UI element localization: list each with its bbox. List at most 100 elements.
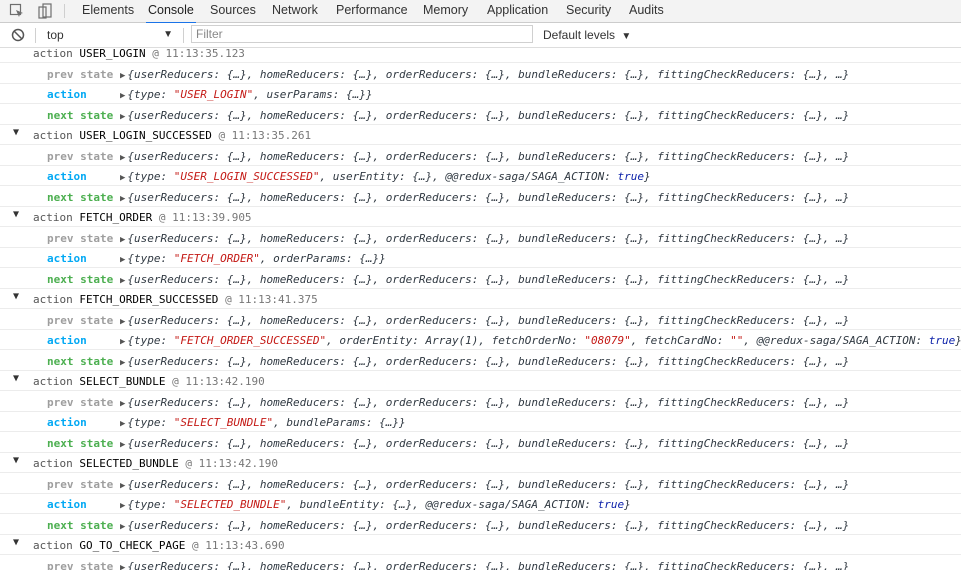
context-value: top bbox=[47, 28, 64, 42]
object-text: } bbox=[624, 498, 631, 511]
next-state-label: next state bbox=[47, 272, 114, 286]
expand-object-icon[interactable]: ▶ bbox=[120, 358, 125, 368]
state-object[interactable]: ▶ {userReducers: {…}, homeReducers: {…}, … bbox=[120, 519, 849, 532]
action-object[interactable]: ▶ {type: "SELECTED_BUNDLE", bundleEntity:… bbox=[120, 498, 631, 511]
expand-object-icon[interactable]: ▶ bbox=[120, 522, 125, 532]
state-summary: {userReducers: {…}, homeReducers: {…}, o… bbox=[127, 477, 850, 491]
state-object[interactable]: ▶ {userReducers: {…}, homeReducers: {…}, … bbox=[120, 478, 849, 491]
expand-object-icon[interactable]: ▶ bbox=[120, 71, 125, 81]
log-group-header[interactable]: ▼ action SELECT_BUNDLE @ 11:13:42.190 bbox=[0, 370, 961, 391]
action-label: action bbox=[47, 498, 87, 511]
action-object[interactable]: ▶ {type: "SELECT_BUNDLE", bundleParams: {… bbox=[120, 416, 406, 429]
action-object[interactable]: ▶ {type: "USER_LOGIN_SUCCESSED", userEnti… bbox=[120, 170, 651, 183]
expand-object-icon[interactable]: ▶ bbox=[120, 419, 125, 429]
state-summary: {userReducers: {…}, homeReducers: {…}, o… bbox=[127, 559, 850, 570]
tab-memory[interactable]: Memory bbox=[421, 0, 470, 22]
action-label: action bbox=[47, 416, 87, 429]
timestamp: @ 11:13:41.375 bbox=[225, 293, 318, 306]
action-object[interactable]: ▶ {type: "USER_LOGIN", userParams: {…}} bbox=[120, 88, 372, 101]
boolean-value: true bbox=[928, 334, 956, 347]
next-state-label: next state bbox=[47, 518, 114, 532]
expand-object-icon[interactable]: ▶ bbox=[120, 112, 125, 122]
expand-triangle-icon[interactable]: ▼ bbox=[13, 127, 19, 138]
expand-triangle-icon[interactable]: ▼ bbox=[13, 537, 19, 548]
string-value: "FETCH_ORDER" bbox=[173, 252, 260, 265]
group-label: action FETCH_ORDER_SUCCESSED @ 11:13:41.… bbox=[33, 293, 318, 306]
state-object[interactable]: ▶ {userReducers: {…}, homeReducers: {…}, … bbox=[120, 396, 849, 409]
dropdown-arrow-icon: ▼ bbox=[163, 29, 173, 40]
expand-object-icon[interactable]: ▶ bbox=[120, 337, 125, 347]
expand-object-icon[interactable]: ▶ bbox=[120, 501, 125, 511]
expand-object-icon[interactable]: ▶ bbox=[120, 173, 125, 183]
action-row: action ▶ {type: "FETCH_ORDER_SUCCESSED", o… bbox=[0, 329, 961, 350]
action-object[interactable]: ▶ {type: "FETCH_ORDER_SUCCESSED", orderEn… bbox=[120, 334, 961, 347]
expand-triangle-icon[interactable]: ▼ bbox=[13, 373, 19, 384]
next-state-row: next state ▶ {userReducers: {…}, homeReduc… bbox=[0, 350, 961, 371]
context-selector[interactable]: top ▼ bbox=[47, 26, 175, 44]
timestamp: @ 11:13:42.190 bbox=[185, 457, 279, 470]
expand-object-icon[interactable]: ▶ bbox=[120, 194, 125, 204]
device-toolbar-icon[interactable] bbox=[36, 2, 54, 20]
state-object[interactable]: ▶ {userReducers: {…}, homeReducers: {…}, … bbox=[120, 437, 849, 450]
log-group-header[interactable]: ▼ action GO_TO_CHECK_PAGE @ 11:13:43.690 bbox=[0, 534, 961, 555]
group-label: action SELECTED_BUNDLE @ 11:13:42.190 bbox=[33, 457, 278, 470]
string-value: "USER_LOGIN" bbox=[173, 88, 254, 101]
state-summary: {userReducers: {…}, homeReducers: {…}, o… bbox=[127, 108, 850, 122]
expand-object-icon[interactable]: ▶ bbox=[120, 440, 125, 450]
expand-triangle-icon[interactable]: ▼ bbox=[13, 209, 19, 220]
state-object[interactable]: ▶ {userReducers: {…}, homeReducers: {…}, … bbox=[120, 68, 849, 81]
group-label: action USER_LOGIN @ 11:13:35.123 bbox=[33, 48, 245, 60]
object-text: {type: bbox=[127, 88, 174, 101]
tab-application[interactable]: Application bbox=[485, 0, 550, 22]
action-object[interactable]: ▶ {type: "FETCH_ORDER", orderParams: {…}} bbox=[120, 252, 386, 265]
expand-triangle-icon[interactable]: ▼ bbox=[13, 291, 19, 302]
expand-object-icon[interactable]: ▶ bbox=[120, 255, 125, 265]
prev-state-row: prev state ▶ {userReducers: {…}, homeReduc… bbox=[0, 63, 961, 84]
tab-performance[interactable]: Performance bbox=[334, 0, 410, 22]
tab-audits[interactable]: Audits bbox=[627, 0, 666, 22]
state-object[interactable]: ▶ {userReducers: {…}, homeReducers: {…}, … bbox=[120, 232, 849, 245]
action-label: action bbox=[47, 170, 87, 183]
tab-sources[interactable]: Sources bbox=[208, 0, 258, 22]
expand-triangle-icon[interactable]: ▼ bbox=[13, 455, 19, 466]
log-group-header[interactable]: ▼action USER_LOGIN @ 11:13:35.123 bbox=[0, 48, 961, 63]
filter-input[interactable] bbox=[191, 25, 533, 43]
prev-state-label: prev state bbox=[47, 149, 114, 163]
tab-elements[interactable]: Elements bbox=[80, 0, 136, 22]
expand-object-icon[interactable]: ▶ bbox=[120, 153, 125, 163]
state-object[interactable]: ▶ {userReducers: {…}, homeReducers: {…}, … bbox=[120, 109, 849, 122]
prev-state-row: prev state ▶ {userReducers: {…}, homeReduc… bbox=[0, 391, 961, 412]
log-levels-dropdown[interactable]: Default levels ▼ bbox=[543, 26, 631, 44]
expand-object-icon[interactable]: ▶ bbox=[120, 235, 125, 245]
expand-object-icon[interactable]: ▶ bbox=[120, 276, 125, 286]
state-object[interactable]: ▶ {userReducers: {…}, homeReducers: {…}, … bbox=[120, 191, 849, 204]
dropdown-arrow-icon: ▼ bbox=[621, 31, 632, 42]
state-object[interactable]: ▶ {userReducers: {…}, homeReducers: {…}, … bbox=[120, 273, 849, 286]
string-value: "FETCH_ORDER_SUCCESSED" bbox=[173, 334, 327, 347]
expand-object-icon[interactable]: ▶ bbox=[120, 481, 125, 491]
next-state-row: next state ▶ {userReducers: {…}, homeReduc… bbox=[0, 514, 961, 535]
tab-console[interactable]: Console bbox=[146, 0, 196, 24]
action-label: action bbox=[47, 252, 87, 265]
clear-console-icon[interactable] bbox=[11, 28, 25, 42]
tab-network[interactable]: Network bbox=[270, 0, 320, 22]
expand-object-icon[interactable]: ▶ bbox=[120, 91, 125, 101]
state-object[interactable]: ▶ {userReducers: {…}, homeReducers: {…}, … bbox=[120, 560, 849, 570]
state-object[interactable]: ▶ {userReducers: {…}, homeReducers: {…}, … bbox=[120, 150, 849, 163]
string-value: "USER_LOGIN_SUCCESSED" bbox=[173, 170, 320, 183]
log-group-header[interactable]: ▼ action FETCH_ORDER_SUCCESSED @ 11:13:41… bbox=[0, 288, 961, 309]
state-object[interactable]: ▶ {userReducers: {…}, homeReducers: {…}, … bbox=[120, 355, 849, 368]
string-value: "" bbox=[730, 334, 744, 347]
log-group-header[interactable]: ▼ action USER_LOGIN_SUCCESSED @ 11:13:35.… bbox=[0, 124, 961, 145]
action-row: action ▶ {type: "USER_LOGIN_SUCCESSED", us… bbox=[0, 165, 961, 186]
prev-state-label: prev state bbox=[47, 67, 114, 81]
expand-object-icon[interactable]: ▶ bbox=[120, 317, 125, 327]
expand-object-icon[interactable]: ▶ bbox=[120, 563, 125, 570]
state-object[interactable]: ▶ {userReducers: {…}, homeReducers: {…}, … bbox=[120, 314, 849, 327]
action-type: SELECTED_BUNDLE bbox=[79, 457, 179, 470]
tab-security[interactable]: Security bbox=[564, 0, 613, 22]
expand-object-icon[interactable]: ▶ bbox=[120, 399, 125, 409]
inspect-element-icon[interactable] bbox=[8, 2, 26, 20]
log-group-header[interactable]: ▼ action FETCH_ORDER @ 11:13:39.905 bbox=[0, 206, 961, 227]
log-group-header[interactable]: ▼ action SELECTED_BUNDLE @ 11:13:42.190 bbox=[0, 452, 961, 473]
